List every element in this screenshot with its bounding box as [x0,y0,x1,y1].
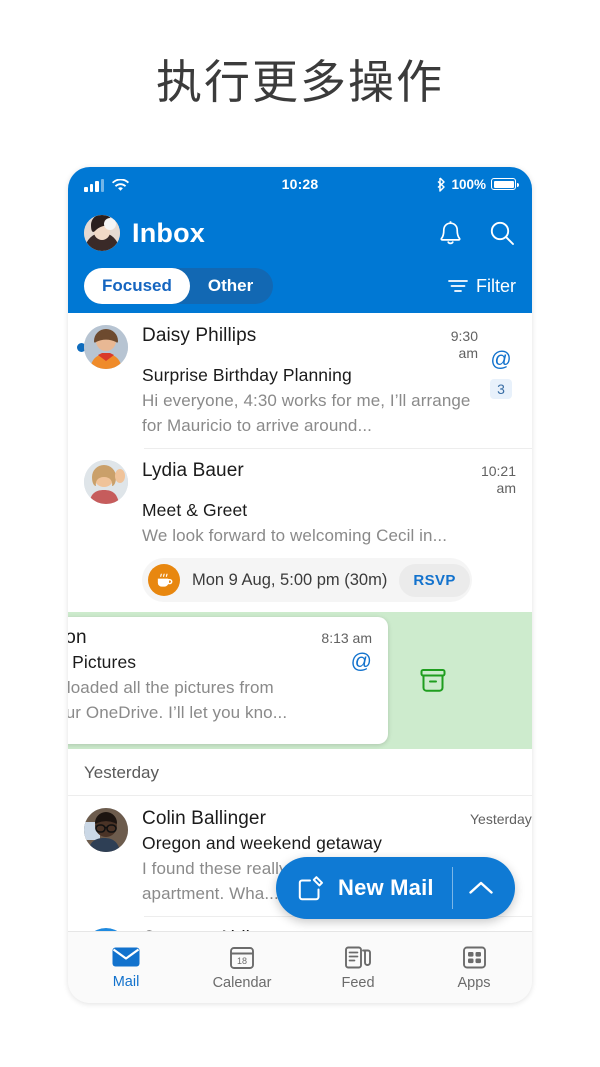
subject-line: Surprise Birthday Planning [142,365,478,386]
list-item[interactable]: Lydia Bauer 10:21 am Meet & Greet We loo… [68,448,532,612]
list-item-header: e Burton 8:13 am [68,627,372,649]
focus-segmented-control[interactable]: Focused Other [84,268,273,304]
avatar[interactable] [84,460,128,504]
list-item-header: Colin Ballinger Yesterday [142,808,516,830]
tab-focused[interactable]: Focused [84,268,190,304]
list-item-meta: @ 3 [486,325,516,438]
status-bar-right: 100% [436,177,516,192]
mention-icon: @ [351,649,372,672]
timestamp: 8:13 am [313,630,372,647]
filter-icon [448,278,468,294]
search-icon[interactable] [488,219,516,247]
list-item-body: Lydia Bauer 10:21 am Meet & Greet We loo… [142,460,516,602]
sender-name: Colin Ballinger [142,808,266,830]
subject-line: Meet & Greet [142,500,516,521]
sender-name: e Burton [68,627,87,649]
feed-icon [344,945,372,970]
bluetooth-icon [436,177,446,192]
mail-icon [111,945,141,969]
app-header-top: Inbox [84,207,516,259]
subject-row: onding Pictures @ [68,649,372,673]
app-header: Inbox [68,201,532,313]
list-item-body: Daisy Phillips 9:30 am Surprise Birthday… [142,325,478,438]
page-root: 执行更多操作 10:28 100% [0,0,600,1067]
bottom-tab-bar: Mail 18 Calendar Feed [68,931,532,1003]
bell-icon[interactable] [436,219,464,247]
tab-feed-label: Feed [341,975,374,991]
subject-line: onding Pictures [68,652,136,673]
timestamp: 9:30 am [424,328,478,362]
coffee-cup-icon [148,564,180,596]
tab-apps-label: Apps [457,975,490,991]
avatar[interactable] [84,215,120,251]
preview-text: Hi everyone, 4:30 works for me, I’ll arr… [142,388,478,438]
tab-mail-label: Mail [113,974,140,990]
timestamp: 10:21 am [462,463,516,497]
avatar[interactable] [84,808,128,852]
tab-other[interactable]: Other [190,268,273,304]
calendar-icon: 18 [229,945,255,970]
tab-feed[interactable]: Feed [300,945,416,991]
mention-icon: @ [490,349,511,370]
preview-line2: ek to our OneDrive. I’ll let you kno... [68,703,287,722]
archive-icon [416,664,450,698]
list-item-header: Daisy Phillips 9:30 am [142,325,478,362]
avatar[interactable] [84,325,128,369]
sender-name: Lydia Bauer [142,460,244,482]
swiped-list-item[interactable]: e Burton 8:13 am onding Pictures @ tri, … [68,612,532,749]
preview-rest: , I uploaded all the pictures from [68,678,274,697]
battery-percent-label: 100% [451,177,486,192]
list-item[interactable]: Daisy Phillips 9:30 am Surprise Birthday… [68,313,532,448]
event-chip-text: Mon 9 Aug, 5:00 pm (30m) [192,571,387,590]
preview-text: tri, I uploaded all the pictures from ek… [68,675,372,725]
svg-text:18: 18 [237,956,247,966]
preview-text: We look forward to welcoming Cecil in... [142,523,516,548]
thread-count-badge: 3 [490,379,512,399]
app-header-bottom: Focused Other Filter [84,259,516,313]
tab-calendar[interactable]: 18 Calendar [184,945,300,991]
list-item-header: Lydia Bauer 10:21 am [142,460,516,497]
app-header-actions [436,219,516,247]
chevron-up-icon[interactable] [453,880,509,896]
phone-mockup: 10:28 100% [68,167,532,1003]
new-mail-fab[interactable]: New Mail [276,857,515,919]
tab-calendar-label: Calendar [213,975,272,991]
page-heading: Inbox [132,218,205,249]
page-title: 执行更多操作 [0,50,600,114]
status-bar: 10:28 100% [68,167,532,201]
section-header: Yesterday [68,749,532,796]
sender-name: Daisy Phillips [142,325,256,347]
swiped-message-card[interactable]: e Burton 8:13 am onding Pictures @ tri, … [68,617,388,744]
tab-apps[interactable]: Apps [416,945,532,991]
subject-line: Oregon and weekend getaway [142,833,516,854]
tab-mail[interactable]: Mail [68,945,184,990]
apps-grid-icon [462,945,487,970]
filter-button[interactable]: Filter [448,276,516,297]
timestamp: Yesterday [462,811,516,828]
compose-icon [298,875,324,901]
rsvp-button[interactable]: RSVP [399,564,469,597]
new-mail-label: New Mail [338,875,434,901]
filter-label: Filter [476,276,516,297]
event-chip[interactable]: Mon 9 Aug, 5:00 pm (30m) RSVP [142,558,472,602]
battery-full-icon [491,178,516,190]
